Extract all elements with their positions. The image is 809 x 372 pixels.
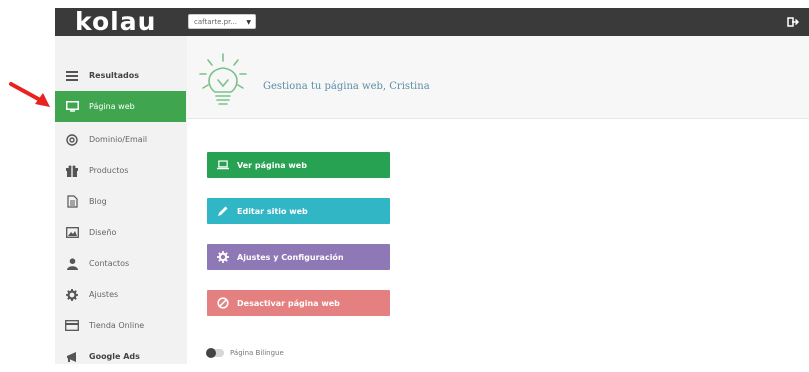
sidebar-item-label: Página web <box>89 102 135 111</box>
menu-icon <box>65 69 79 83</box>
settings-button[interactable]: Ajustes y Configuración <box>207 244 390 270</box>
sidebar-item-blog[interactable]: Blog <box>55 186 187 217</box>
user-icon <box>65 257 79 271</box>
sidebar-item-label: Diseño <box>89 228 117 237</box>
chevron-down-icon: ▼ <box>246 19 251 26</box>
laptop-icon <box>217 159 229 171</box>
site-selector[interactable]: caftarte.pr... ▼ <box>188 14 256 29</box>
bilingual-toggle[interactable] <box>206 348 224 358</box>
logout-icon[interactable] <box>787 16 799 28</box>
sidebar: Resultados Página web Dominio/Email Prod… <box>55 36 187 364</box>
sidebar-item-label: Blog <box>89 197 107 206</box>
sidebar-item-contactos[interactable]: Contactos <box>55 248 187 279</box>
toggle-knob <box>206 348 216 358</box>
sidebar-item-label: Dominio/Email <box>89 135 148 144</box>
kolau-logo[interactable]: kolau <box>75 8 156 36</box>
sidebar-item-label: Google Ads <box>89 352 140 361</box>
ban-icon <box>217 297 229 309</box>
sidebar-item-google-ads[interactable]: Google Ads <box>55 341 187 372</box>
monitor-icon <box>65 100 79 114</box>
gift-icon <box>65 164 79 178</box>
sidebar-item-label: Tienda Online <box>89 321 145 330</box>
sidebar-item-ajustes[interactable]: Ajustes <box>55 279 187 310</box>
sidebar-item-tienda-online[interactable]: Tienda Online <box>55 310 187 341</box>
gear-icon <box>217 251 229 263</box>
pencil-icon <box>217 205 229 217</box>
edit-site-button[interactable]: Editar sitio web <box>207 198 390 224</box>
annotation-arrow-icon <box>9 82 50 107</box>
at-icon <box>65 133 79 147</box>
top-bar: kolau caftarte.pr... ▼ <box>55 8 809 36</box>
deactivate-site-label: Desactivar página web <box>237 298 340 308</box>
sidebar-item-productos[interactable]: Productos <box>55 155 187 186</box>
sidebar-item-label: Productos <box>89 166 129 175</box>
document-icon <box>65 195 79 209</box>
page-header: Gestiona tu página web, Cristina <box>187 36 809 119</box>
bilingual-toggle-row: Página Bilingue <box>206 348 284 358</box>
sidebar-item-dominio-email[interactable]: Dominio/Email <box>55 124 187 155</box>
view-site-button[interactable]: Ver página web <box>207 152 390 178</box>
deactivate-site-button[interactable]: Desactivar página web <box>207 290 390 316</box>
card-icon <box>65 319 79 333</box>
sidebar-item-label: Contactos <box>89 259 130 268</box>
view-site-label: Ver página web <box>237 160 307 170</box>
megaphone-icon <box>65 350 79 364</box>
gear-icon <box>65 288 79 302</box>
sidebar-item-pagina-web[interactable]: Página web <box>55 91 186 122</box>
page-title: Gestiona tu página web, Cristina <box>263 81 430 92</box>
image-icon <box>65 226 79 240</box>
sidebar-item-label: Resultados <box>89 71 139 80</box>
sidebar-item-label: Ajustes <box>89 290 119 299</box>
sidebar-item-diseno[interactable]: Diseño <box>55 217 187 248</box>
lightbulb-icon <box>199 53 247 105</box>
site-selector-value: caftarte.pr... <box>194 18 238 26</box>
sidebar-item-resultados[interactable]: Resultados <box>55 60 187 91</box>
bilingual-toggle-label: Página Bilingue <box>230 349 284 357</box>
edit-site-label: Editar sitio web <box>237 206 308 216</box>
settings-label: Ajustes y Configuración <box>237 252 344 262</box>
